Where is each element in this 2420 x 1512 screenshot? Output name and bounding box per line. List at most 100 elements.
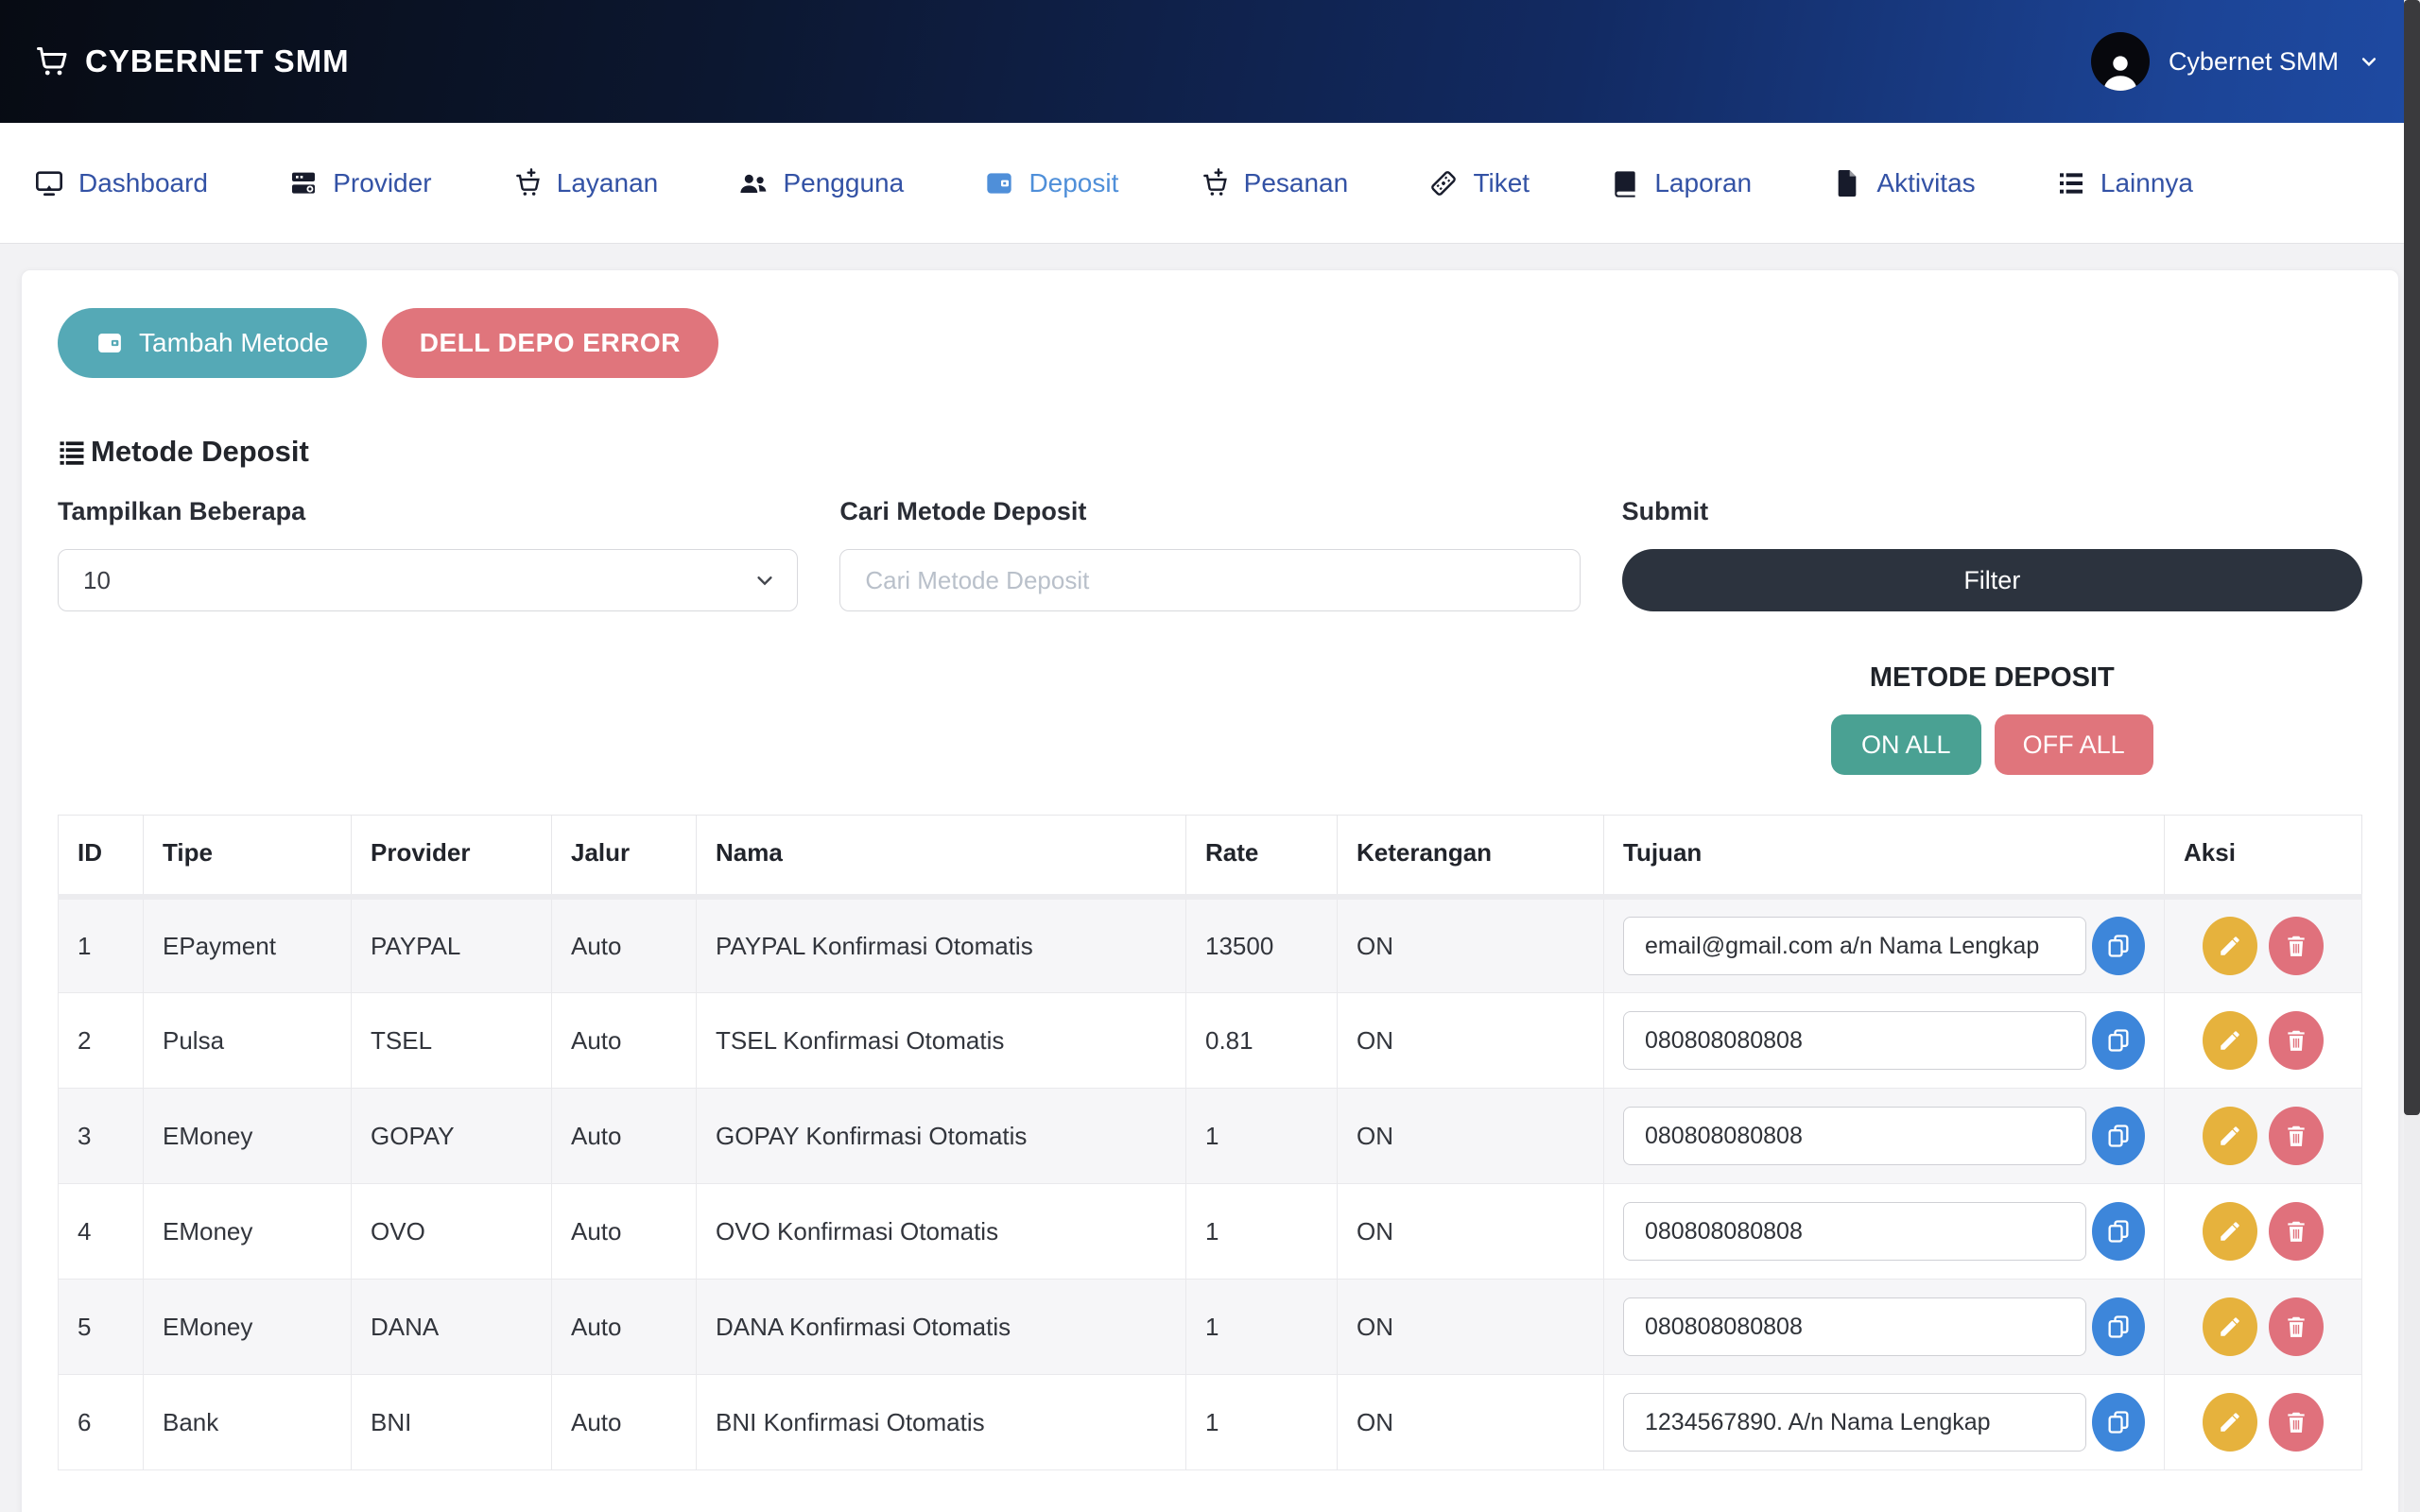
scrollbar-track[interactable] bbox=[2404, 0, 2420, 1512]
pencil-icon bbox=[2218, 1410, 2242, 1435]
edit-button[interactable] bbox=[2203, 917, 2257, 975]
cell-tipe: EMoney bbox=[144, 1089, 352, 1184]
on-all-button[interactable]: ON ALL bbox=[1831, 714, 1981, 775]
off-all-button[interactable]: OFF ALL bbox=[1995, 714, 2153, 775]
cell-provider: OVO bbox=[352, 1184, 552, 1280]
pencil-icon bbox=[2218, 1028, 2242, 1053]
trash-icon bbox=[2284, 1314, 2308, 1339]
top-header: CYBERNET SMM Cybernet SMM bbox=[0, 0, 2420, 123]
copy-icon bbox=[2105, 1314, 2132, 1340]
nav-item-pesanan[interactable]: Pesanan bbox=[1200, 168, 1349, 198]
show-count-label: Tampilkan Beberapa bbox=[58, 497, 798, 526]
delete-button[interactable] bbox=[2269, 1107, 2324, 1165]
table-row: 6 Bank BNI Auto BNI Konfirmasi Otomatis … bbox=[59, 1375, 2362, 1470]
cell-aksi bbox=[2165, 1184, 2362, 1280]
delete-button[interactable] bbox=[2269, 917, 2324, 975]
trash-icon bbox=[2284, 1124, 2308, 1148]
copy-button[interactable] bbox=[2092, 917, 2145, 975]
cell-provider: BNI bbox=[352, 1375, 552, 1470]
delete-button[interactable] bbox=[2269, 1011, 2324, 1070]
list-icon bbox=[2056, 168, 2086, 198]
pencil-icon bbox=[2218, 934, 2242, 958]
cell-aksi bbox=[2165, 1089, 2362, 1184]
cell-provider: GOPAY bbox=[352, 1089, 552, 1184]
cell-tujuan bbox=[1604, 1280, 2165, 1375]
cell-jalur: Auto bbox=[552, 1089, 697, 1184]
brand-logo: CYBERNET SMM bbox=[34, 43, 350, 79]
edit-button[interactable] bbox=[2203, 1202, 2257, 1261]
search-input[interactable] bbox=[839, 549, 1580, 611]
cell-jalur: Auto bbox=[552, 1375, 697, 1470]
add-method-button[interactable]: Tambah Metode bbox=[58, 308, 367, 378]
edit-button[interactable] bbox=[2203, 1393, 2257, 1452]
copy-icon bbox=[2105, 1218, 2132, 1245]
table-row: 1 EPayment PAYPAL Auto PAYPAL Konfirmasi… bbox=[59, 897, 2362, 993]
nav-item-deposit[interactable]: Deposit bbox=[984, 168, 1118, 198]
edit-button[interactable] bbox=[2203, 1297, 2257, 1356]
col-aksi: Aksi bbox=[2165, 816, 2362, 898]
delete-button[interactable] bbox=[2269, 1202, 2324, 1261]
cell-aksi bbox=[2165, 993, 2362, 1089]
delete-button[interactable] bbox=[2269, 1393, 2324, 1452]
tujuan-input[interactable] bbox=[1623, 1011, 2086, 1070]
bulk-actions: METODE DEPOSIT ON ALL OFF ALL bbox=[58, 662, 2362, 775]
cell-keterangan: ON bbox=[1338, 1184, 1604, 1280]
cell-keterangan: ON bbox=[1338, 1280, 1604, 1375]
cell-id: 3 bbox=[59, 1089, 144, 1184]
col-tipe: Tipe bbox=[144, 816, 352, 898]
cell-jalur: Auto bbox=[552, 897, 697, 993]
cell-tujuan bbox=[1604, 1375, 2165, 1470]
tujuan-input[interactable] bbox=[1623, 1393, 2086, 1452]
copy-button[interactable] bbox=[2092, 1297, 2145, 1356]
nav-item-pengguna[interactable]: Pengguna bbox=[738, 168, 904, 198]
user-menu[interactable]: Cybernet SMM bbox=[2091, 32, 2378, 91]
copy-button[interactable] bbox=[2092, 1107, 2145, 1165]
pencil-icon bbox=[2218, 1314, 2242, 1339]
cell-aksi bbox=[2165, 1280, 2362, 1375]
edit-button[interactable] bbox=[2203, 1011, 2257, 1070]
pencil-icon bbox=[2218, 1219, 2242, 1244]
edit-button[interactable] bbox=[2203, 1107, 2257, 1165]
tujuan-input[interactable] bbox=[1623, 1202, 2086, 1261]
cell-tipe: Pulsa bbox=[144, 993, 352, 1089]
col-nama: Nama bbox=[697, 816, 1186, 898]
server-icon bbox=[288, 168, 319, 198]
nav-item-layanan[interactable]: Layanan bbox=[512, 168, 658, 198]
cell-provider: DANA bbox=[352, 1280, 552, 1375]
tujuan-input[interactable] bbox=[1623, 1107, 2086, 1165]
cart-plus-icon bbox=[1200, 168, 1230, 198]
trash-icon bbox=[2284, 1410, 2308, 1435]
cell-rate: 1 bbox=[1186, 1089, 1338, 1184]
nav-item-provider[interactable]: Provider bbox=[288, 168, 431, 198]
delete-button[interactable] bbox=[2269, 1297, 2324, 1356]
brand-title: CYBERNET SMM bbox=[85, 43, 350, 79]
dell-depo-error-button[interactable]: DELL DEPO ERROR bbox=[382, 308, 718, 378]
nav-item-aktivitas[interactable]: Aktivitas bbox=[1832, 168, 1975, 198]
tujuan-input[interactable] bbox=[1623, 917, 2086, 975]
nav-item-tiket[interactable]: Tiket bbox=[1428, 168, 1530, 198]
cell-nama: OVO Konfirmasi Otomatis bbox=[697, 1184, 1186, 1280]
copy-icon bbox=[2105, 1409, 2132, 1435]
cell-tipe: EMoney bbox=[144, 1280, 352, 1375]
copy-button[interactable] bbox=[2092, 1202, 2145, 1261]
toolbar: Tambah Metode DELL DEPO ERROR bbox=[58, 308, 2362, 378]
copy-button[interactable] bbox=[2092, 1011, 2145, 1070]
nav-item-dashboard[interactable]: Dashboard bbox=[34, 168, 208, 198]
cell-nama: PAYPAL Konfirmasi Otomatis bbox=[697, 897, 1186, 993]
ticket-icon bbox=[1428, 168, 1459, 198]
cell-tipe: Bank bbox=[144, 1375, 352, 1470]
filter-button[interactable]: Filter bbox=[1622, 549, 2362, 611]
scrollbar-thumb[interactable] bbox=[2404, 0, 2420, 1115]
show-count-select[interactable]: 10 bbox=[58, 549, 798, 611]
wallet-icon bbox=[984, 168, 1014, 198]
cell-rate: 13500 bbox=[1186, 897, 1338, 993]
nav-item-laporan[interactable]: Laporan bbox=[1610, 168, 1752, 198]
tujuan-input[interactable] bbox=[1623, 1297, 2086, 1356]
cell-tipe: EPayment bbox=[144, 897, 352, 993]
nav-item-lainnya[interactable]: Lainnya bbox=[2056, 168, 2193, 198]
avatar bbox=[2091, 32, 2150, 91]
cell-keterangan: ON bbox=[1338, 993, 1604, 1089]
page-background: Tambah Metode DELL DEPO ERROR Metode Dep… bbox=[0, 244, 2420, 1512]
copy-button[interactable] bbox=[2092, 1393, 2145, 1452]
filter-controls: Tampilkan Beberapa 10 Cari Metode Deposi… bbox=[58, 497, 2362, 611]
